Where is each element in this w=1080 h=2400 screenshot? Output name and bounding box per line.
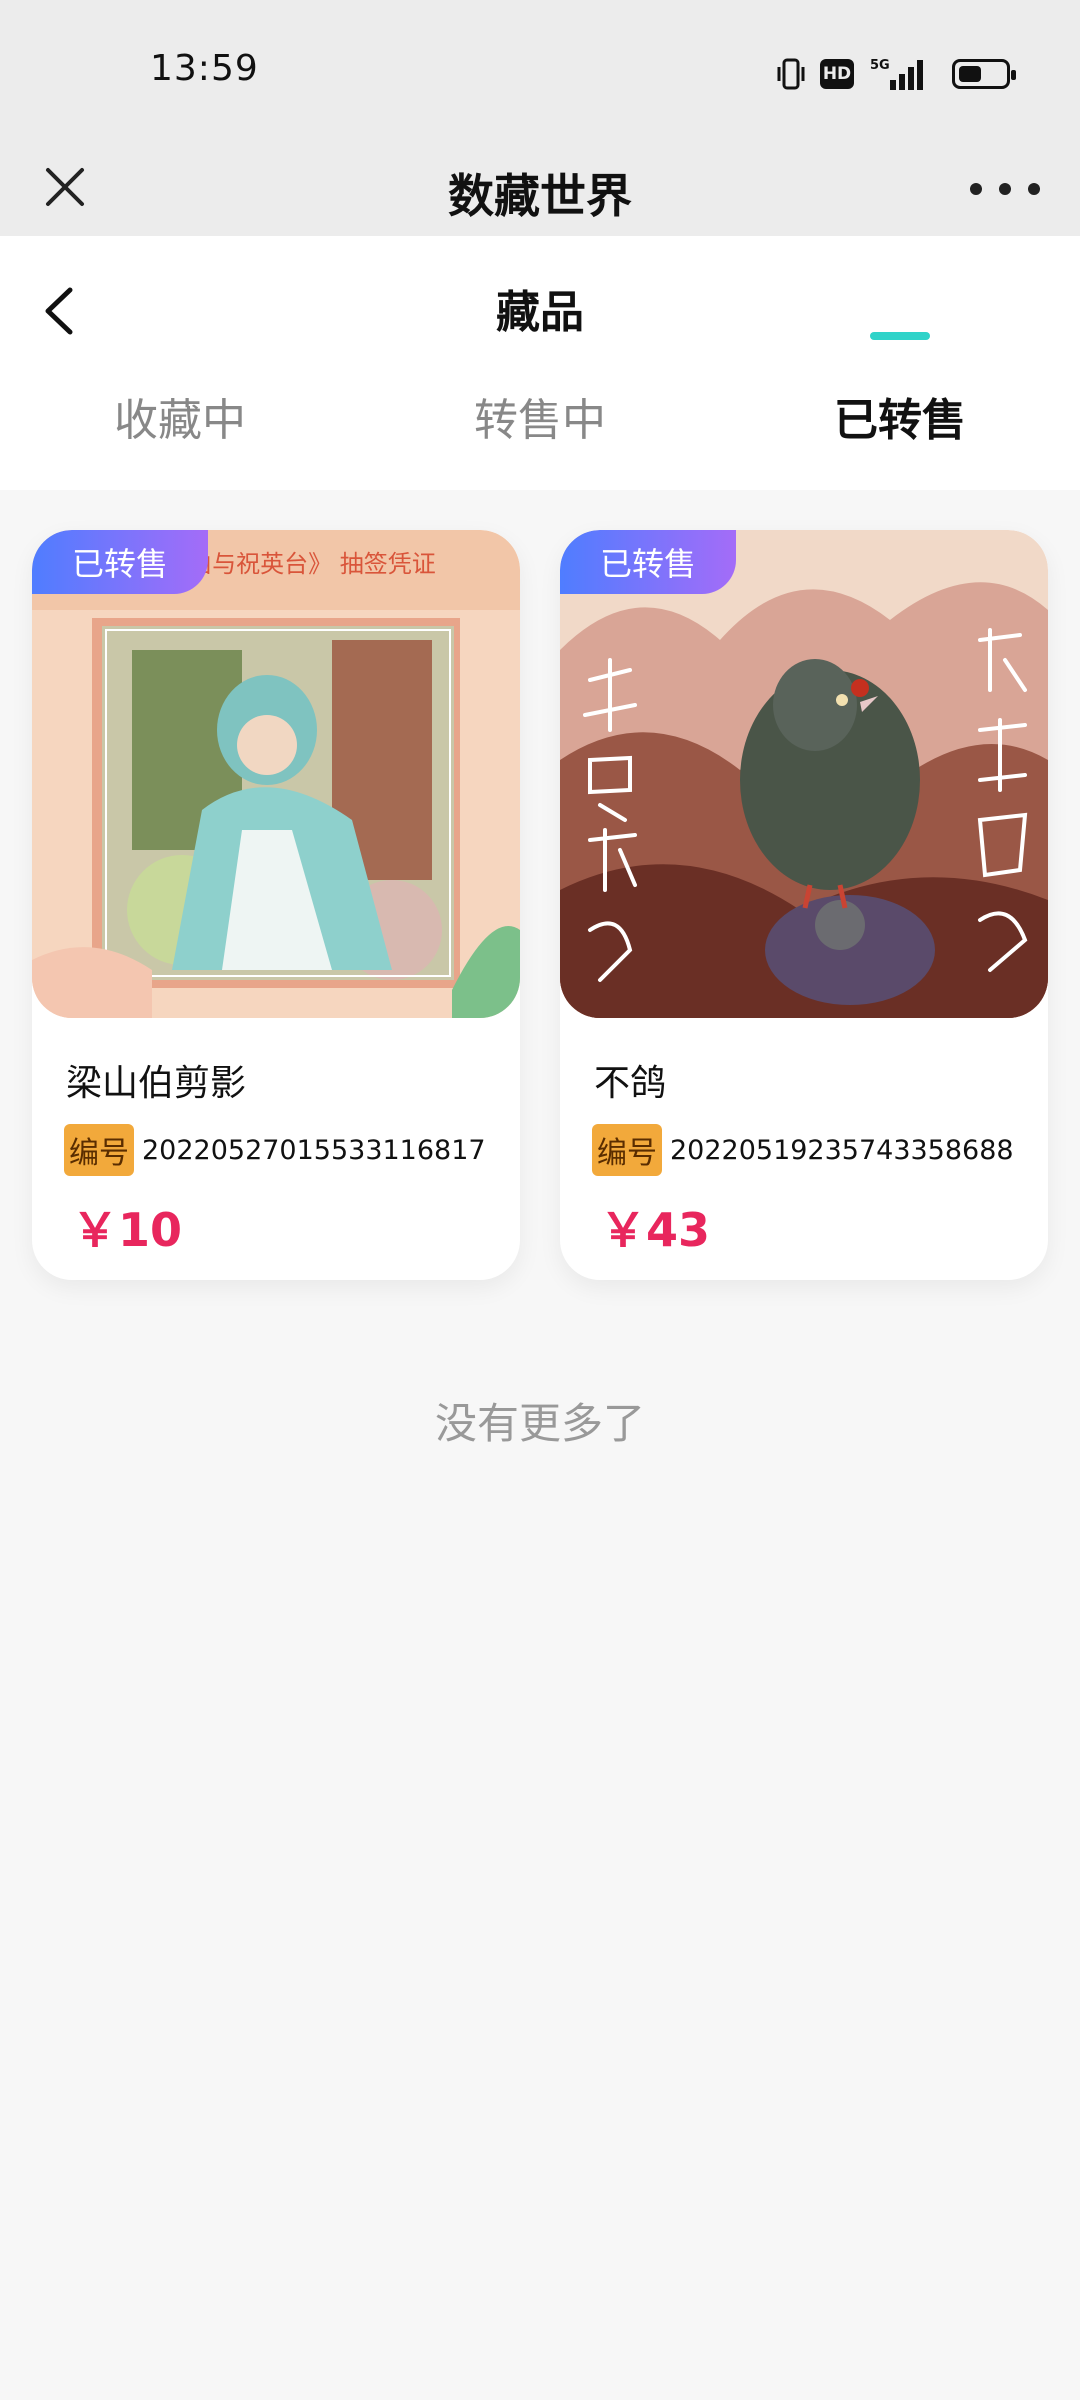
status-badge: 已转售 [560, 530, 736, 594]
id-tag: 编号 [64, 1124, 134, 1176]
app-navbar: 数藏世界 [0, 140, 1080, 236]
app-title: 数藏世界 [448, 169, 632, 223]
more-dot-icon [970, 183, 982, 195]
svg-text:5G: 5G [870, 58, 890, 73]
id-number: 20220527015533116817 [142, 1134, 486, 1166]
card-title: 不鸽 [594, 1063, 667, 1104]
hd-icon: HD [820, 59, 854, 89]
card-title: 梁山伯剪影 [66, 1063, 247, 1104]
id-tag: 编号 [592, 1124, 662, 1176]
page-header: 藏品 收藏中 转售中 已转售 [0, 236, 1080, 490]
vibrate-icon [776, 57, 806, 91]
tab-collecting[interactable]: 收藏中 [30, 384, 330, 448]
more-button[interactable] [970, 164, 1040, 214]
status-bar: 13:59 HD 5G [0, 0, 1080, 140]
id-number: 20220519235743358688 [670, 1134, 1014, 1166]
card-price: ￥43 [600, 1203, 711, 1257]
more-dot-icon [1028, 183, 1040, 195]
signal-icon: 5G [868, 56, 924, 92]
more-dot-icon [999, 183, 1011, 195]
status-badge: 已转售 [32, 530, 208, 594]
page-title: 藏品 [496, 287, 584, 338]
tab-resold[interactable]: 已转售 [750, 384, 1050, 448]
tab-bar: 收藏中 转售中 已转售 [0, 384, 1080, 490]
status-icons: HD 5G [776, 54, 1016, 94]
active-tab-indicator [870, 332, 930, 340]
card-image: 《梁山伯与祝英台》 抽签凭证 [32, 530, 520, 1018]
card-id-row: 编号 20220527015533116817 [64, 1124, 486, 1176]
collection-card[interactable]: 《梁山伯与祝英台》 抽签凭证 已转售 梁山伯剪影 编号 202205270155… [32, 530, 520, 1280]
battery-icon [952, 59, 1016, 89]
status-time: 13:59 [150, 48, 259, 89]
card-image [560, 530, 1048, 1018]
card-id-row: 编号 20220519235743358688 [592, 1124, 1014, 1176]
tab-reselling[interactable]: 转售中 [390, 384, 690, 448]
collection-card[interactable]: 已转售 不鸽 编号 20220519235743358688 ￥43 [560, 530, 1048, 1280]
no-more-text: 没有更多了 [434, 1399, 645, 1448]
card-price: ￥10 [72, 1203, 183, 1257]
